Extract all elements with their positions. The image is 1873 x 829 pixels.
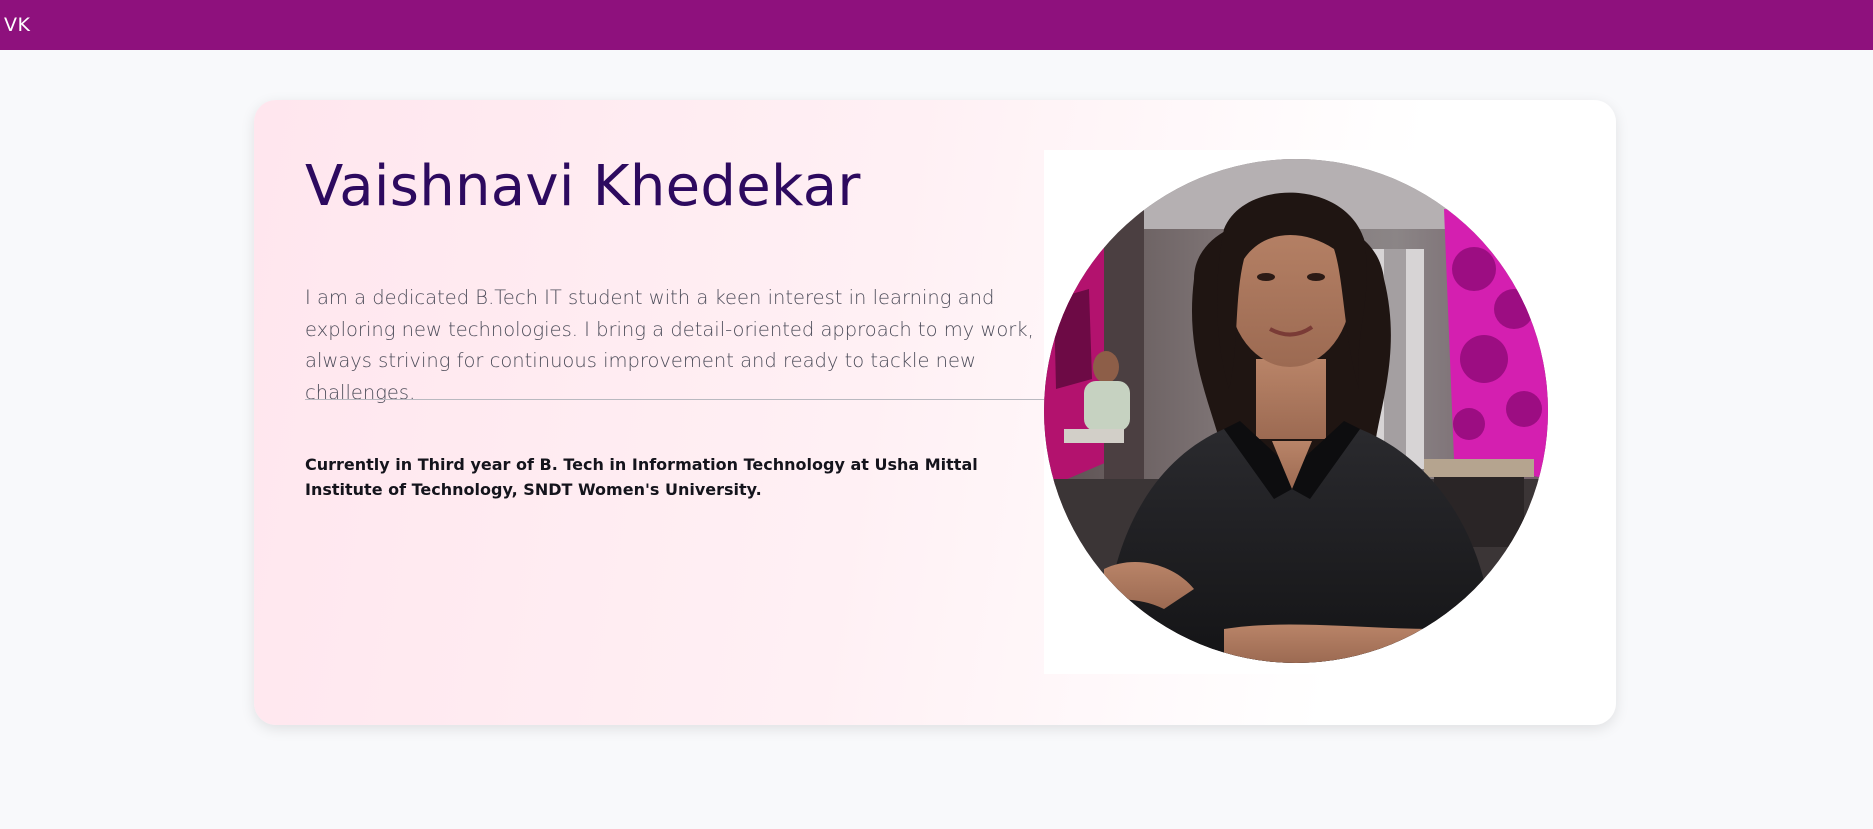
profile-photo-image [1044,159,1548,663]
profile-photo-frame [1044,150,1548,674]
profile-bio: I am a dedicated B.Tech IT student with … [305,286,1034,404]
brand-logo-link[interactable]: VK [4,14,30,36]
profile-photo [1044,159,1548,663]
profile-name: Vaishnavi Khedekar [305,154,861,219]
navbar: VK [0,0,1873,50]
education-status: Currently in Third year of B. Tech in In… [305,455,978,499]
section-divider [305,399,1045,400]
profile-card: Vaishnavi Khedekar I am a dedicated B.Te… [254,100,1616,725]
